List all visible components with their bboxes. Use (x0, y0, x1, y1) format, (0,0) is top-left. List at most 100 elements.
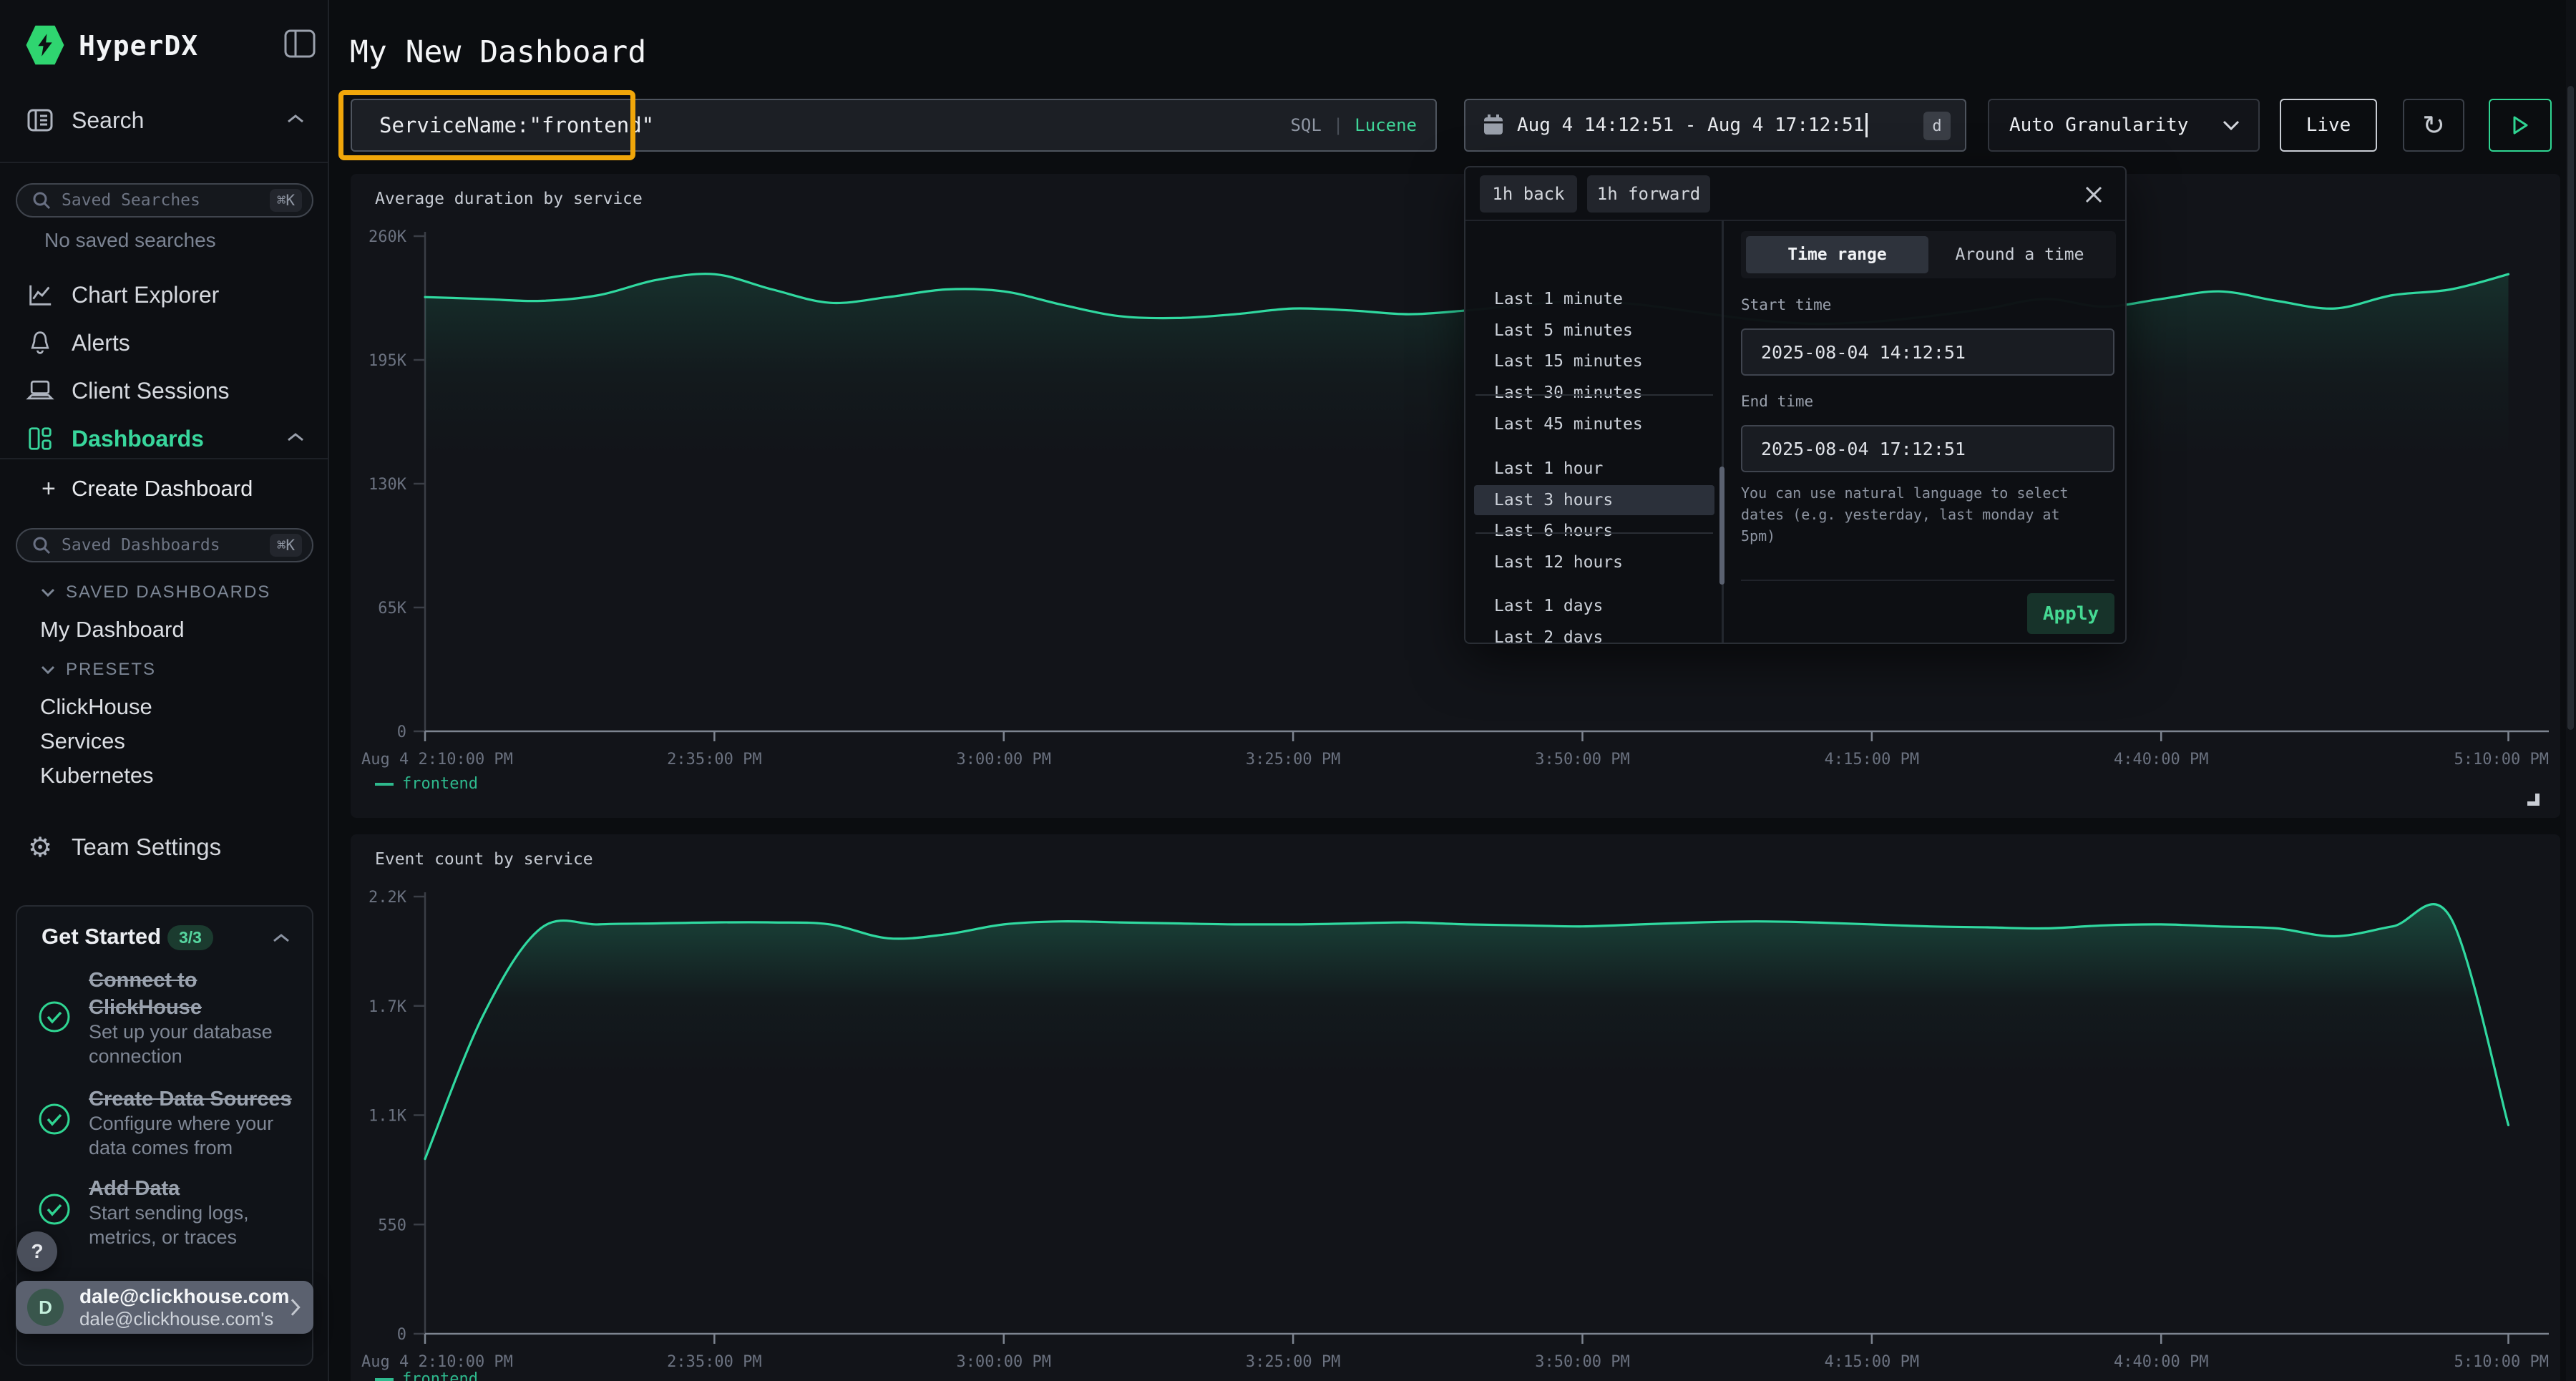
sidebar-item-services[interactable]: Services (40, 728, 125, 754)
end-time-label: End time (1741, 393, 1813, 410)
sidebar-item-dashboards[interactable]: Dashboards (0, 420, 329, 457)
sidebar-item-kubernetes[interactable]: Kubernetes (40, 763, 154, 789)
dashboards-grid-icon (26, 424, 54, 453)
sidebar-item-search[interactable]: Search (0, 102, 329, 139)
chart-card-event-count: Event count by service 05501.1K1.7K2.2KA… (351, 834, 2560, 1381)
end-time-field[interactable]: 2025-08-04 17:12:51 (1741, 425, 2114, 472)
tab-time-range[interactable]: Time range (1746, 236, 1928, 273)
granularity-value: Auto Granularity (2009, 114, 2188, 136)
sidebar-item-label: Dashboards (72, 426, 204, 452)
time-range-input[interactable]: Aug 4 14:12:51 - Aug 4 17:12:51 d (1464, 99, 1966, 152)
popover-footer-divider (1741, 580, 2114, 581)
list-scrollbar-thumb[interactable] (1719, 467, 1724, 585)
resize-handle-icon[interactable] (2520, 786, 2542, 808)
shift-back-button[interactable]: 1h back (1480, 175, 1577, 213)
chart-legend[interactable]: frontend (375, 775, 478, 793)
live-label: Live (2306, 114, 2351, 136)
sidebar-divider (0, 162, 328, 163)
chevron-down-icon (40, 665, 56, 675)
legend-line-swatch (375, 783, 394, 786)
close-icon[interactable] (2081, 182, 2107, 208)
no-saved-searches-text: No saved searches (44, 229, 216, 252)
chevron-up-icon[interactable] (272, 932, 291, 944)
svg-text:3:00:00 PM: 3:00:00 PM (957, 751, 1051, 768)
natural-language-hint: You can use natural language to select d… (1741, 482, 2077, 547)
chart-card-average-duration: Average duration by service 065K130K195K… (351, 174, 2560, 818)
svg-text:3:25:00 PM: 3:25:00 PM (1246, 1353, 1340, 1371)
chevron-down-icon (2221, 119, 2241, 132)
svg-text:2:35:00 PM: 2:35:00 PM (667, 751, 761, 768)
line-chart-event-count: 05501.1K1.7K2.2KAug 4 2:10:00 PM2:35:00 … (351, 834, 2560, 1381)
time-picker-popover: 1h back 1h forward Last 1 minuteLast 5 m… (1464, 166, 2127, 644)
search-section-icon (26, 106, 54, 135)
presets-section-header[interactable]: PRESETS (40, 660, 156, 680)
play-icon (2511, 114, 2529, 136)
help-button[interactable]: ? (17, 1231, 57, 1272)
svg-text:4:40:00 PM: 4:40:00 PM (2114, 1353, 2208, 1371)
shortcut-badge: ⌘K (270, 189, 302, 212)
query-language-toggle[interactable]: SQL | Lucene (1290, 100, 1417, 150)
sidebar-item-alerts[interactable]: Alerts (0, 324, 329, 361)
start-time-field[interactable]: 2025-08-04 14:12:51 (1741, 328, 2114, 376)
search-icon (31, 535, 52, 555)
get-started-item-desc: Set up your database connection (89, 1020, 303, 1068)
saved-searches-placeholder: Saved Searches (62, 191, 270, 210)
sidebar-divider (0, 458, 328, 459)
refresh-button[interactable]: ↻ (2403, 99, 2464, 152)
time-option[interactable]: Last 6 hours (1474, 516, 1714, 546)
hyperdx-logo-icon[interactable] (26, 24, 64, 66)
sidebar-item-label: Team Settings (72, 834, 221, 861)
lucene-toggle[interactable]: Lucene (1355, 115, 1417, 135)
user-menu[interactable]: D dale@clickhouse.com dale@clickhouse.co… (16, 1281, 313, 1334)
text-cursor (1865, 113, 1868, 137)
svg-text:195K: 195K (369, 352, 407, 370)
page-scrollbar-thumb[interactable] (2567, 86, 2574, 730)
sidebar-item-client-sessions[interactable]: Client Sessions (0, 372, 329, 409)
create-dashboard-button[interactable]: + Create Dashboard (0, 472, 329, 505)
granularity-select[interactable]: Auto Granularity (1988, 99, 2260, 152)
live-button[interactable]: Live (2280, 99, 2377, 152)
svg-text:3:50:00 PM: 3:50:00 PM (1535, 1353, 1629, 1371)
sidebar-item-clickhouse[interactable]: ClickHouse (40, 694, 152, 720)
hyperdx-app: HyperDX Search Saved Searches ⌘K No save… (0, 0, 2576, 1381)
sidebar-item-chart-explorer[interactable]: Chart Explorer (0, 276, 329, 313)
time-option[interactable]: Last 2 days (1474, 623, 1714, 644)
svg-text:3:50:00 PM: 3:50:00 PM (1535, 751, 1629, 768)
dashboard-search-input[interactable]: ServiceName:"frontend" SQL | Lucene (351, 99, 1437, 152)
run-query-button[interactable] (2489, 99, 2552, 152)
legend-line-swatch (375, 1378, 394, 1381)
lightning-bolt-icon (34, 33, 56, 57)
shift-forward-button[interactable]: 1h forward (1587, 175, 1710, 213)
svg-text:4:15:00 PM: 4:15:00 PM (1825, 1353, 1919, 1371)
time-option[interactable]: Last 30 minutes (1474, 378, 1714, 408)
get-started-item-title: Connect to ClickHouse (89, 967, 303, 1021)
time-option[interactable]: Last 1 days (1474, 591, 1714, 621)
chart-legend[interactable]: frontend (375, 1370, 478, 1381)
line-chart-average-duration: 065K130K195K260KAug 4 2:10:00 PM2:35:00 … (351, 174, 2560, 818)
svg-text:1.1K: 1.1K (369, 1108, 407, 1126)
tab-around-a-time[interactable]: Around a time (1928, 236, 2111, 273)
sidebar-item-my-dashboard[interactable]: My Dashboard (40, 617, 185, 643)
time-option[interactable]: Last 1 hour (1474, 454, 1714, 484)
time-option[interactable]: Last 45 minutes (1474, 409, 1714, 439)
time-option[interactable]: Last 12 hours (1474, 547, 1714, 577)
start-time-value: 2025-08-04 14:12:51 (1761, 342, 1966, 363)
saved-dashboards-input[interactable]: Saved Dashboards ⌘K (16, 528, 313, 562)
sidebar-item-team-settings[interactable]: ⚙ Team Settings (0, 829, 329, 866)
time-option[interactable]: Last 15 minutes (1474, 346, 1714, 376)
sql-toggle[interactable]: SQL (1290, 115, 1321, 135)
check-circle-icon (37, 1192, 72, 1226)
toggle-separator: | (1333, 115, 1343, 135)
saved-dashboards-section-header[interactable]: SAVED DASHBOARDS (40, 582, 270, 602)
time-option[interactable]: Last 1 minute (1474, 284, 1714, 314)
svg-text:Aug 4 2:10:00 PM: Aug 4 2:10:00 PM (361, 1353, 513, 1371)
saved-searches-input[interactable]: Saved Searches ⌘K (16, 183, 313, 218)
refresh-icon: ↻ (2422, 109, 2445, 141)
collapse-sidebar-icon[interactable] (283, 29, 316, 59)
page-scrollbar-track[interactable] (2566, 0, 2576, 1381)
time-option[interactable]: Last 5 minutes (1474, 316, 1714, 346)
time-option[interactable]: Last 3 hours (1474, 485, 1714, 515)
apply-button[interactable]: Apply (2027, 593, 2114, 634)
chevron-down-icon (40, 587, 56, 597)
get-started-item-title: Create Data Sources (89, 1085, 303, 1113)
